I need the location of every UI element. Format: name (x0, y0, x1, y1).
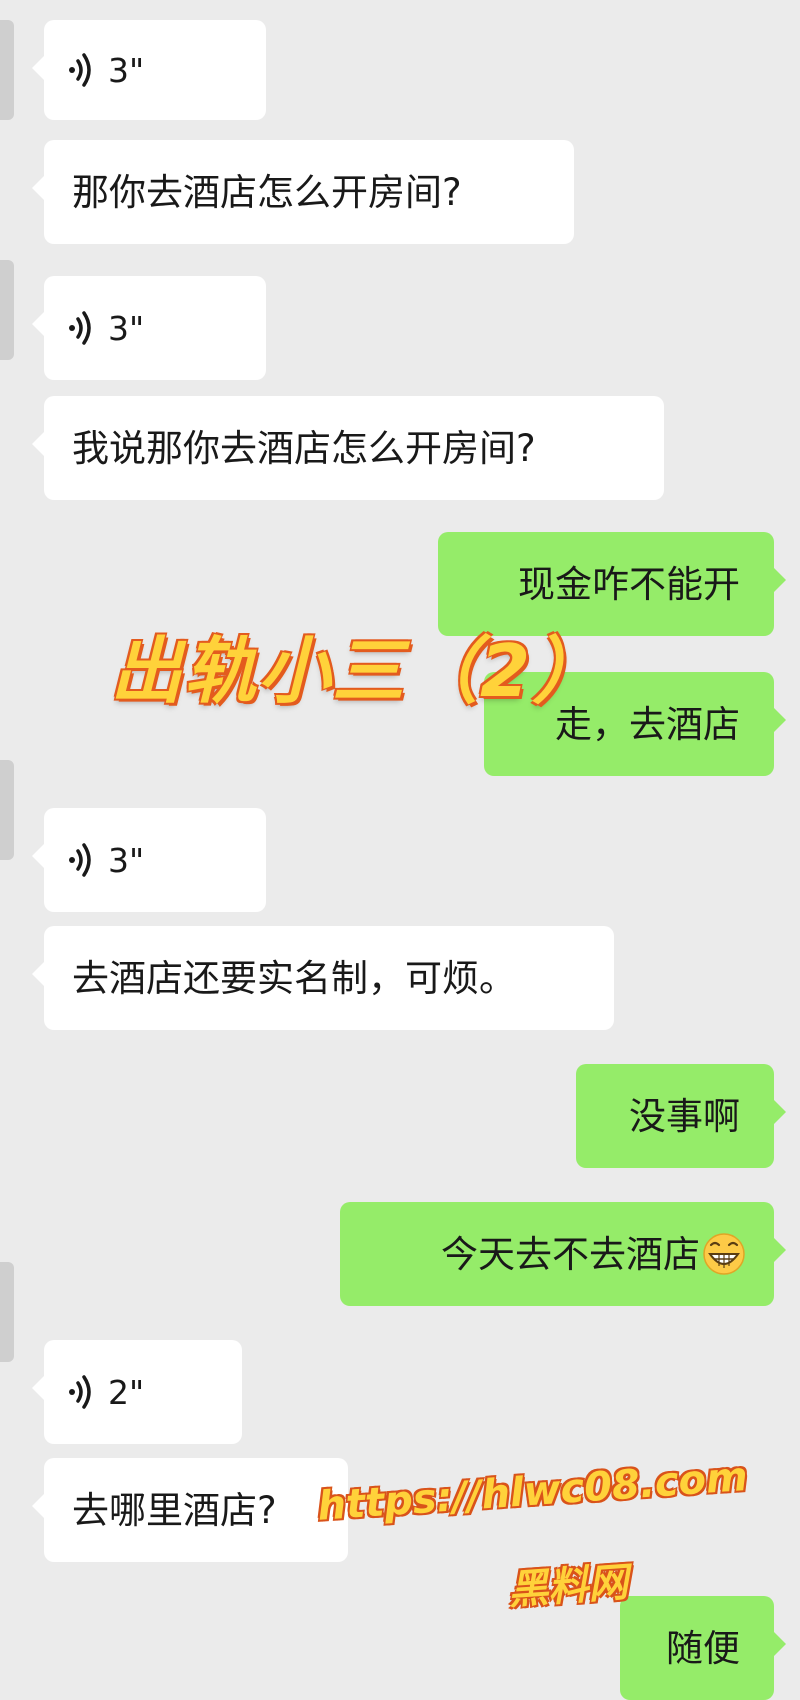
voice-wave-icon (69, 311, 91, 345)
text-message-self[interactable]: 没事啊 (576, 1064, 786, 1168)
text-message-self[interactable]: 随便 (620, 1596, 786, 1700)
voice-duration: 3" (108, 840, 145, 880)
message-text: 那你去酒店怎么开房间? (72, 170, 462, 214)
message-text: 随便 (666, 1626, 740, 1670)
text-message[interactable]: 那你去酒店怎么开房间? (32, 140, 574, 244)
overlay-title: 出轨小三（2） (110, 629, 607, 713)
watermark-url: https://hlwc08.com (316, 1453, 750, 1530)
message-text: 我说那你去酒店怎么开房间? (72, 426, 536, 470)
avatar[interactable] (0, 20, 14, 120)
voice-duration: 3" (108, 308, 145, 348)
message-text: 没事啊 (629, 1094, 740, 1138)
watermark-name: 黑料网 (506, 1559, 630, 1614)
voice-wave-icon (69, 1375, 91, 1409)
grinning-face-emoji (703, 1233, 745, 1275)
voice-message[interactable]: 2" (32, 1340, 242, 1444)
avatar[interactable] (0, 760, 14, 860)
text-message[interactable]: 去酒店还要实名制，可烦。 (32, 926, 614, 1030)
message-text: 去酒店还要实名制，可烦。 (72, 956, 516, 1000)
voice-message[interactable]: 3" (32, 808, 266, 912)
voice-wave-icon (69, 843, 91, 877)
text-message[interactable]: 我说那你去酒店怎么开房间? (32, 396, 664, 500)
avatar[interactable] (0, 260, 14, 360)
text-message-self[interactable]: 今天去不去酒店 (340, 1202, 786, 1306)
message-text: 现金咋不能开 (518, 562, 740, 606)
avatar[interactable] (0, 1262, 14, 1362)
voice-duration: 3" (108, 50, 145, 90)
voice-duration: 2" (108, 1372, 145, 1412)
message-text: 去哪里酒店? (72, 1488, 277, 1532)
voice-message[interactable]: 3" (32, 20, 266, 120)
text-message[interactable]: 去哪里酒店? (32, 1458, 348, 1562)
message-text: 今天去不去酒店 (441, 1232, 700, 1276)
voice-message[interactable]: 3" (32, 276, 266, 380)
voice-wave-icon (69, 53, 91, 87)
